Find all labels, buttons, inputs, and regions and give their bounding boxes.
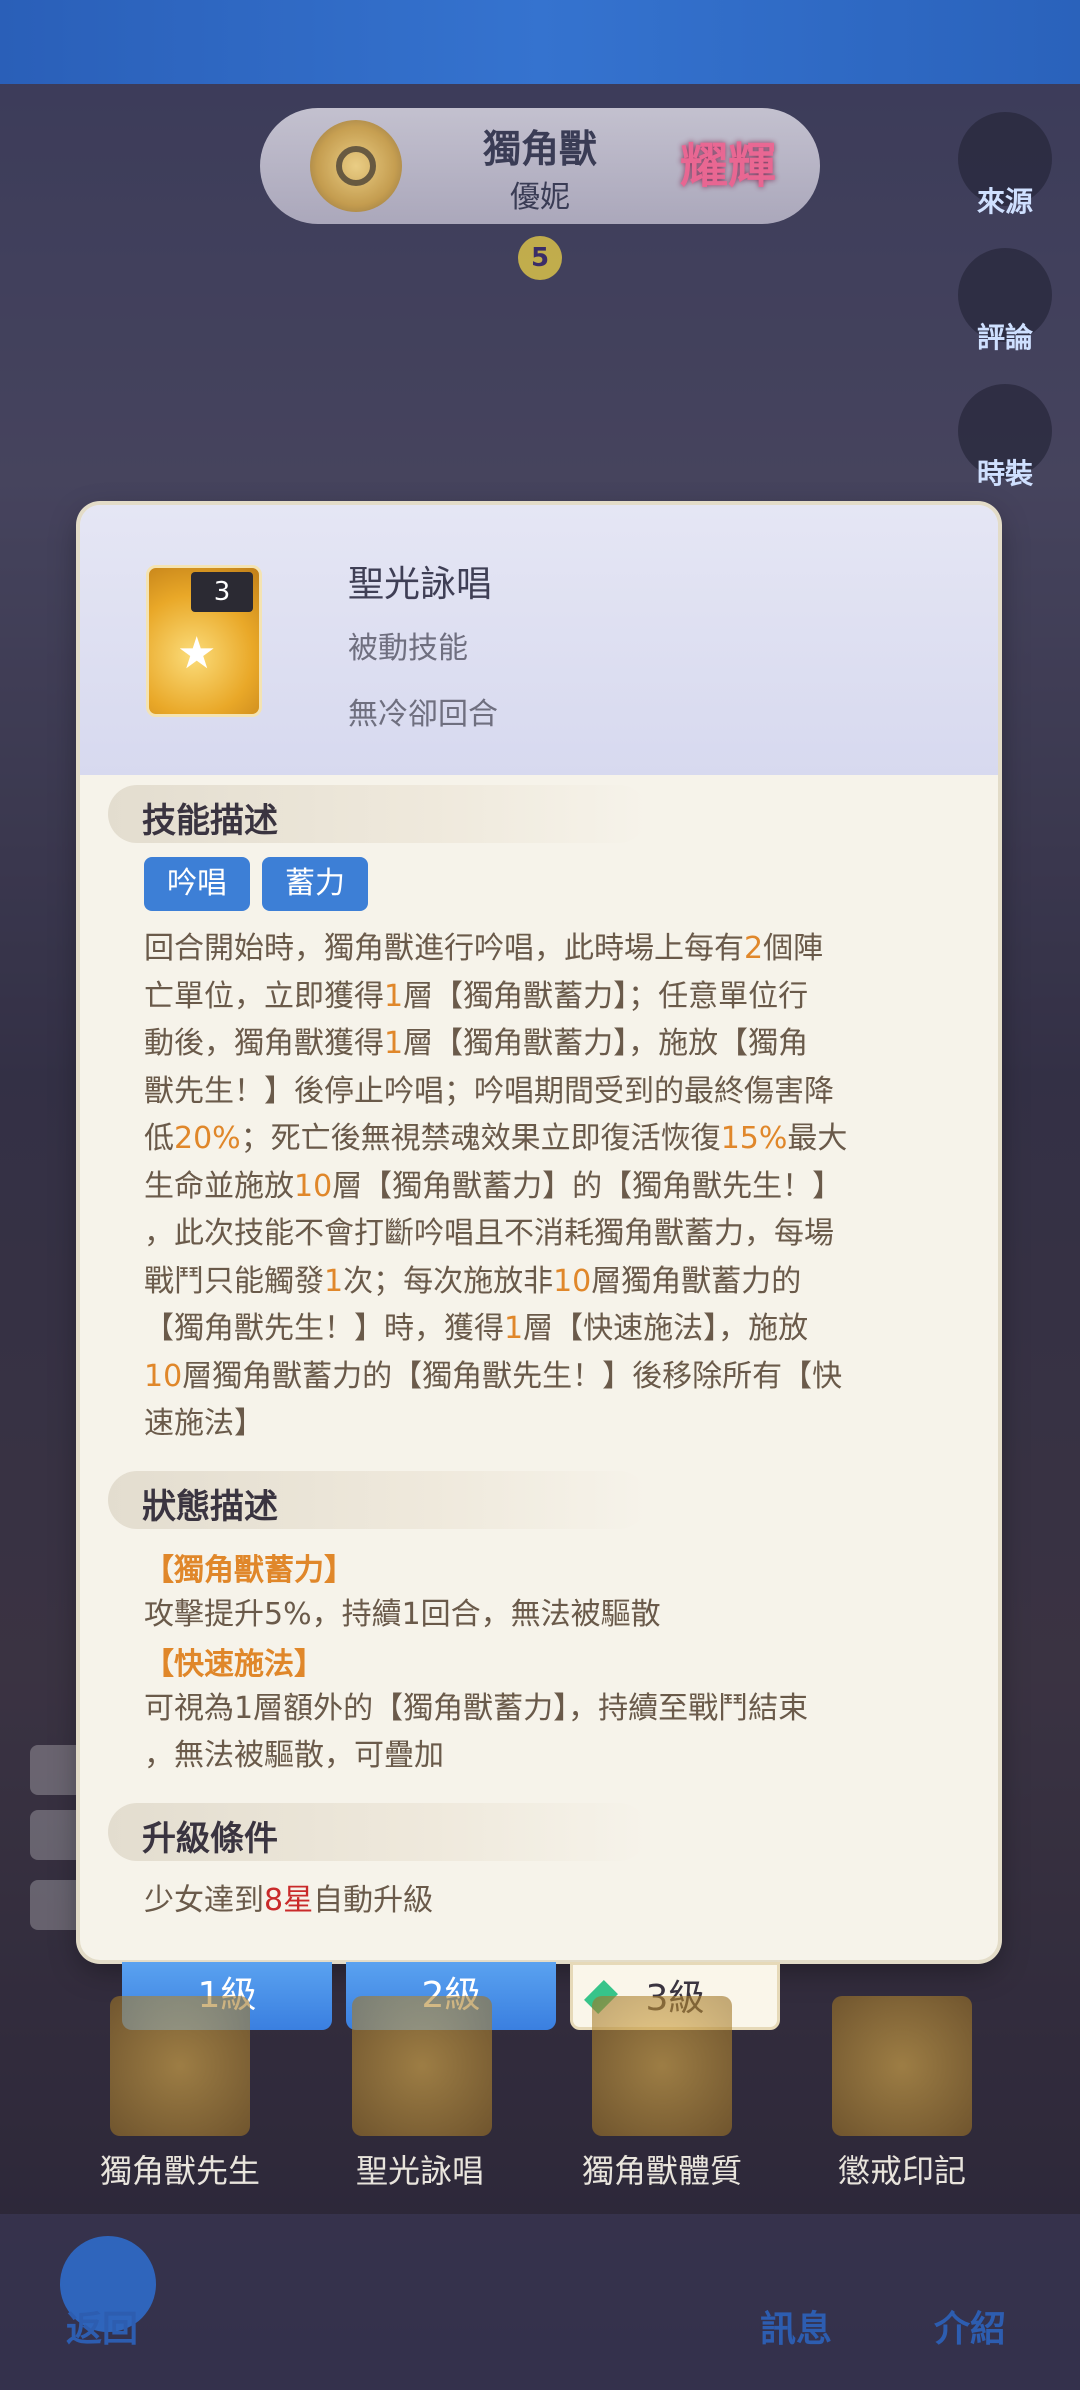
intro-button[interactable]: 介紹 <box>934 2300 1006 2352</box>
skill-name-1: 獨角獸先生 <box>99 2152 260 2190</box>
status-text-charge: 攻擊提升5%，持續1回合，無法被驅散 <box>144 1597 661 1632</box>
side-costume-label[interactable]: 時裝 <box>940 452 1070 492</box>
skill-desc-header: 技能描述 <box>108 785 648 843</box>
back-button[interactable]: 返回 <box>66 2300 138 2352</box>
description-line: 動後，獨角獸獲得1層【獨角獸蓄力】，施放【獨角 <box>144 1026 809 1061</box>
tag-charge: 蓄力 <box>262 857 368 911</box>
skill-name-4: 懲戒印記 <box>837 2152 966 2190</box>
skill-name-3: 獨角獸體質 <box>581 2152 742 2190</box>
upgrade-suffix: 自動升級 <box>313 1883 434 1918</box>
skill-name-2: 聖光詠唱 <box>355 2152 484 2190</box>
tag-chant: 吟唱 <box>144 857 250 911</box>
status-desc-title: 狀態描述 <box>142 1487 278 1527</box>
description-line: 獸先生！】後停止吟唱；吟唱期間受到的最終傷害降 <box>144 1073 834 1109</box>
status-name-quickcast: 【快速施法】 <box>144 1647 324 1682</box>
status-name-charge: 【獨角獸蓄力】 <box>144 1553 354 1588</box>
upgrade-prefix: 少女達到 <box>144 1883 264 1918</box>
top-banner <box>0 0 1080 84</box>
upgrade-title: 升級條件 <box>142 1819 278 1859</box>
status-desc-header: 狀態描述 <box>108 1471 648 1529</box>
description-line: ，此次技能不會打斷吟唱且不消耗獨角獸蓄力，每場 <box>144 1216 834 1251</box>
hero-subname: 優妮 <box>510 180 570 215</box>
description-line: 亡單位，立即獲得1層【獨角獸蓄力】；任意單位行 <box>144 978 809 1014</box>
class-emblem-icon <box>310 120 402 212</box>
skill-icon-3[interactable] <box>592 1996 732 2136</box>
skill-cooldown: 無冷卻回合 <box>348 697 498 732</box>
star-count-badge: 5 <box>518 236 562 280</box>
skill-detail-dialog: 3 ★ 聖光詠唱 被動技能 無冷卻回合 技能描述 吟唱 蓄力 回合開始時，獨角獸… <box>80 505 998 1960</box>
status-text-quickcast-2: ，無法被驅散，可疊加 <box>144 1738 444 1773</box>
skill-desc-title: 技能描述 <box>142 801 278 841</box>
description-line: 回合開始時，獨角獸進行吟唱，此時場上每有2個陣 <box>144 931 824 966</box>
hero-name: 獨角獸 <box>482 127 597 171</box>
skill-level-badge: 3 <box>191 572 253 612</box>
description-line: 戰鬥只能觸發1次；每次施放非10層獨角獸蓄力的 <box>144 1263 802 1299</box>
description-line: 10層獨角獸蓄力的【獨角獸先生！】後移除所有【快 <box>144 1358 843 1394</box>
skill-description: 回合開始時，獨角獸進行吟唱，此時場上每有2個陣 亡單位，立即獲得1層【獨角獸蓄力】… <box>144 925 994 1448</box>
description-line: 生命並施放10層【獨角獸蓄力】的【獨角獸先生！】 <box>144 1168 843 1204</box>
description-line: 速施法】 <box>144 1406 264 1441</box>
upgrade-stars: 8星 <box>264 1883 314 1918</box>
skill-type: 被動技能 <box>348 631 468 666</box>
side-source-label[interactable]: 來源 <box>940 180 1070 220</box>
skill-icon-1[interactable] <box>110 1996 250 2136</box>
info-button[interactable]: 訊息 <box>760 2300 832 2352</box>
bottom-bar <box>0 2214 1080 2390</box>
skill-icon-2[interactable] <box>352 1996 492 2136</box>
skill-icon-4[interactable] <box>832 1996 972 2136</box>
description-line: 【獨角獸先生！】時，獲得1層【快速施法】，施放 <box>144 1311 809 1346</box>
description-line: 低20%；死亡後無視禁魂效果立即復活恢復15%最大 <box>144 1121 848 1156</box>
upgrade-header: 升級條件 <box>108 1803 648 1861</box>
side-comment-label[interactable]: 評論 <box>940 316 1070 356</box>
rank-badge: 耀輝 <box>679 138 776 194</box>
upgrade-condition: 少女達到8星自動升級 <box>144 1877 994 1924</box>
status-text-quickcast-1: 可視為1層額外的【獨角獸蓄力】，持續至戰鬥結束 <box>144 1691 809 1726</box>
skill-title: 聖光詠唱 <box>348 564 493 605</box>
star-swirl-icon: ★ <box>177 628 217 679</box>
skill-icon: 3 ★ <box>146 565 262 717</box>
